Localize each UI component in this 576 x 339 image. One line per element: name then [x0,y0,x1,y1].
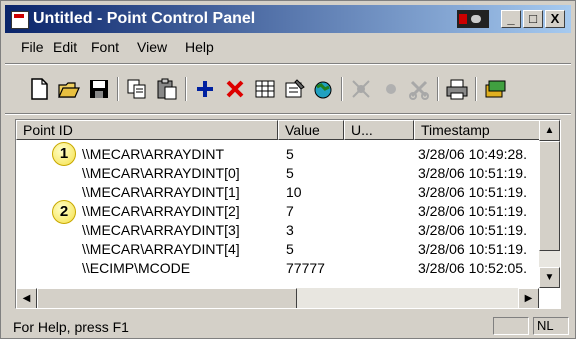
status-bar: For Help, press F1 NL [5,315,571,337]
properties-icon[interactable] [283,77,307,101]
paste-icon[interactable] [155,77,179,101]
window-title: Untitled - Point Control Panel [33,10,256,27]
horizontal-scrollbar[interactable]: ◀ ▶ [16,288,539,308]
close-button[interactable]: X [545,10,565,28]
save-icon[interactable] [87,77,111,101]
timestamp-cell: 3/28/06 10:51:19. [418,222,527,238]
table-row[interactable]: \\MECAR\ARRAYDINT[0] 5 3/28/06 10:51:19. [16,164,540,183]
point-id-cell: \\MECAR\ARRAYDINT[2] [82,203,240,219]
column-header-value[interactable]: Value [278,120,344,140]
maximize-button[interactable]: □ [523,10,543,28]
disabled-icon-1[interactable] [349,77,373,101]
timestamp-cell: 3/28/06 10:51:19. [418,241,527,257]
disabled-icon-2[interactable] [379,77,403,101]
callout-2: 2 [52,200,76,224]
toolbar-separator [341,77,343,101]
value-cell: 7 [286,203,294,219]
delete-point-icon[interactable] [223,77,247,101]
table-row[interactable]: \\MECAR\ARRAYDINT[2] 7 3/28/06 10:51:19. [16,202,540,221]
app-icon[interactable] [11,11,29,29]
point-id-cell: \\ECIMP\MCODE [82,260,191,276]
toolbar-separator [117,77,119,101]
menu-help[interactable]: Help [185,39,214,55]
point-id-cell: \\MECAR\ARRAYDINT[3] [82,222,240,238]
table-row[interactable]: \\ECIMP\MCODE 77777 3/28/06 10:52:05. [16,259,540,278]
column-header-timestamp[interactable]: Timestamp [414,120,540,140]
toolbar-separator [475,77,477,101]
print-icon[interactable] [445,77,469,101]
minimize-button[interactable]: _ [501,10,521,28]
point-id-cell: \\MECAR\ARRAYDINT [82,146,225,162]
value-cell: 10 [286,184,302,200]
menu-font[interactable]: Font [91,39,119,55]
table-row[interactable]: \\MECAR\ARRAYDINT[1] 10 3/28/06 10:51:19… [16,183,540,202]
value-cell: 5 [286,146,294,162]
table-row[interactable]: \\MECAR\ARRAYDINT[3] 3 3/28/06 10:51:19. [16,221,540,240]
callout-1: 1 [52,142,76,166]
point-id-cell: \\MECAR\ARRAYDINT[1] [82,184,240,200]
menu-file[interactable]: File [21,39,44,55]
title-bar[interactable]: Untitled - Point Control Panel _ □ X [5,5,571,33]
timestamp-cell: 3/28/06 10:49:28. [418,146,527,162]
timestamp-cell: 3/28/06 10:51:19. [418,203,527,219]
scroll-right-button[interactable]: ▶ [518,288,539,308]
toolbar-separator [437,77,439,101]
menu-view[interactable]: View [137,39,167,55]
connection-status-icon [457,10,489,28]
point-id-cell: \\MECAR\ARRAYDINT[4] [82,241,240,257]
status-panel-1 [493,317,529,335]
timestamp-cell: 3/28/06 10:51:19. [418,165,527,181]
value-cell: 5 [286,165,294,181]
value-cell: 77777 [286,260,325,276]
vertical-scrollbar[interactable]: ▲ ▼ [539,120,560,288]
status-help-text: For Help, press F1 [13,319,129,335]
vertical-scroll-thumb[interactable] [539,141,560,251]
add-point-icon[interactable] [193,77,217,101]
timestamp-cell: 3/28/06 10:52:05. [418,260,527,276]
toolbar [5,67,571,111]
open-icon[interactable] [57,77,81,101]
scroll-up-button[interactable]: ▲ [539,120,560,141]
toolbar-divider [5,113,571,115]
point-id-cell: \\MECAR\ARRAYDINT[0] [82,165,240,181]
scroll-down-button[interactable]: ▼ [539,267,560,288]
menu-divider [5,63,571,65]
app-window: Untitled - Point Control Panel _ □ X Fil… [0,0,576,339]
column-header-units[interactable]: U... [344,120,414,140]
connect-icon[interactable] [311,77,335,101]
column-header-point-id[interactable]: Point ID [16,120,278,140]
copy-icon[interactable] [125,77,149,101]
horizontal-scroll-thumb[interactable] [37,288,297,308]
scroll-left-button[interactable]: ◀ [16,288,37,308]
value-cell: 5 [286,241,294,257]
menu-edit[interactable]: Edit [53,39,77,55]
point-list[interactable]: Point ID Value U... Timestamp \\MECAR\AR… [15,119,561,309]
table-row[interactable]: \\MECAR\ARRAYDINT 5 3/28/06 10:49:28. [16,145,540,164]
toolbar-separator [185,77,187,101]
timestamp-cell: 3/28/06 10:51:19. [418,184,527,200]
menu-bar: File Edit Font View Help [5,35,571,59]
new-icon[interactable] [27,77,51,101]
disabled-icon-3[interactable] [407,77,431,101]
value-cell: 3 [286,222,294,238]
status-panel-2: NL [533,317,569,335]
table-row[interactable]: \\MECAR\ARRAYDINT[4] 5 3/28/06 10:51:19. [16,240,540,259]
grid-icon[interactable] [253,77,277,101]
help-icon[interactable] [483,77,507,101]
